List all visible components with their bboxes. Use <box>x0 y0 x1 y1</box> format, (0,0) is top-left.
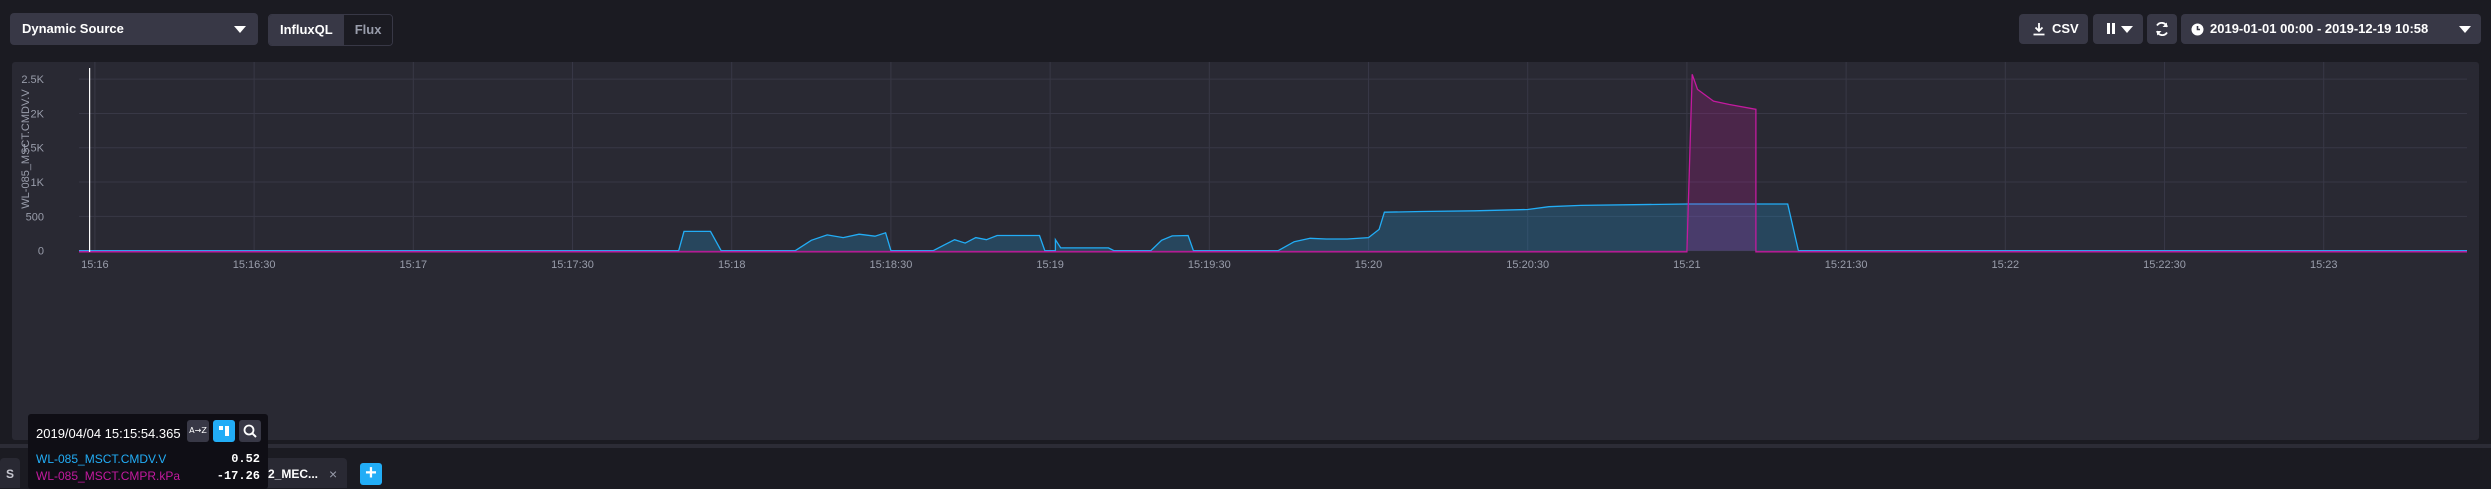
chevron-down-icon <box>2121 26 2133 33</box>
x-tick-label: 15:17 <box>400 259 428 271</box>
series-line <box>79 74 2467 253</box>
time-range-dropdown[interactable]: 2019-01-01 00:00 - 2019-12-19 10:58 <box>2181 14 2481 44</box>
download-icon <box>2033 23 2045 36</box>
clock-icon <box>2191 23 2204 36</box>
series-area <box>79 74 2467 252</box>
tooltip-series-value: 0.52 <box>231 452 260 466</box>
query-tab-1[interactable]: S <box>0 458 20 488</box>
tooltip-row: WL-085_MSCT.CMDV.V 0.52 <box>36 452 260 468</box>
y-tick-label: 2K <box>31 108 45 120</box>
csv-label: CSV <box>2052 21 2079 36</box>
x-tick-label: 15:18:30 <box>870 259 913 271</box>
series-area <box>79 204 2467 251</box>
y-axis-label: WL-085_MSCT.CMDV.V <box>20 89 32 209</box>
x-tick-label: 15:16:30 <box>233 259 276 271</box>
time-range-label: 2019-01-01 00:00 - 2019-12-19 10:58 <box>2210 21 2429 36</box>
y-tick-label: 0 <box>38 246 44 258</box>
autorefresh-dropdown[interactable] <box>2093 14 2143 44</box>
influxql-tab[interactable]: InfluxQL <box>269 15 344 45</box>
y-tick-label: 2.5K <box>21 74 44 86</box>
tooltip-series-name: WL-085_MSCT.CMPR.kPa <box>36 469 181 483</box>
tooltip-row: WL-085_MSCT.CMPR.kPa -17.26 <box>36 469 260 485</box>
refresh-icon <box>2156 22 2168 36</box>
add-query-button[interactable]: + <box>360 463 382 485</box>
sort-alpha-icon[interactable]: A→Z <box>187 420 209 442</box>
x-tick-label: 15:22 <box>1992 259 2020 271</box>
source-label: Dynamic Source <box>22 21 124 36</box>
x-tick-label: 15:22:30 <box>2143 259 2186 271</box>
chevron-down-icon <box>234 26 246 33</box>
line-chart[interactable]: 05001K1.5K2K2.5K15:16 15:16:30 15:17 15:17:… <box>12 62 2479 440</box>
query-tab-label: 2_MEC... <box>268 467 319 481</box>
refresh-button[interactable] <box>2147 14 2177 44</box>
flux-tab[interactable]: Flux <box>343 15 393 45</box>
x-tick-label: 15:20 <box>1355 259 1383 271</box>
csv-download-button[interactable]: CSV <box>2019 14 2088 44</box>
query-tab-2[interactable]: 2_MEC... × <box>262 458 347 488</box>
x-tick-label: 15:21 <box>1673 259 1701 271</box>
tooltip-series-name: WL-085_MSCT.CMDV.V <box>36 452 167 466</box>
query-language-toggle: InfluxQL Flux <box>268 14 394 46</box>
hover-tooltip: 2019/04/04 15:15:54.365 A→Z WL-085_MSCT.… <box>28 414 268 489</box>
x-tick-label: 15:19 <box>1036 259 1064 271</box>
query-tab-label: S <box>6 467 15 481</box>
series-line <box>79 203 2467 252</box>
close-icon[interactable]: × <box>329 466 337 482</box>
chart-panel: 0 500 1K 1.5K 2K 2.5K 15:16 15:16:30 15:17 15:17:… <box>12 62 2479 440</box>
sort-bars-glyph <box>219 426 229 436</box>
x-tick-label: 15:17:30 <box>551 259 594 271</box>
tooltip-sort-controls: A→Z <box>187 420 261 442</box>
x-tick-label: 15:20:30 <box>1506 259 1549 271</box>
x-tick-label: 15:19:30 <box>1188 259 1231 271</box>
y-tick-label: 500 <box>26 211 44 223</box>
chevron-down-icon <box>2459 26 2471 33</box>
x-tick-label: 15:23 <box>2310 259 2338 271</box>
x-tick-label: 15:18 <box>718 259 746 271</box>
sort-value-icon[interactable] <box>213 420 235 442</box>
tooltip-timestamp: 2019/04/04 15:15:54.365 <box>36 426 181 441</box>
source-dropdown[interactable]: Dynamic Source <box>10 13 258 45</box>
x-tick-label: 15:21:30 <box>1825 259 1868 271</box>
pause-icon <box>2107 23 2115 34</box>
search-icon[interactable] <box>239 420 261 442</box>
tooltip-series-value: -17.26 <box>216 469 260 483</box>
x-tick-label: 15:16 <box>81 259 109 271</box>
magnifier-glyph <box>243 424 257 438</box>
y-tick-label: 1K <box>31 177 45 189</box>
